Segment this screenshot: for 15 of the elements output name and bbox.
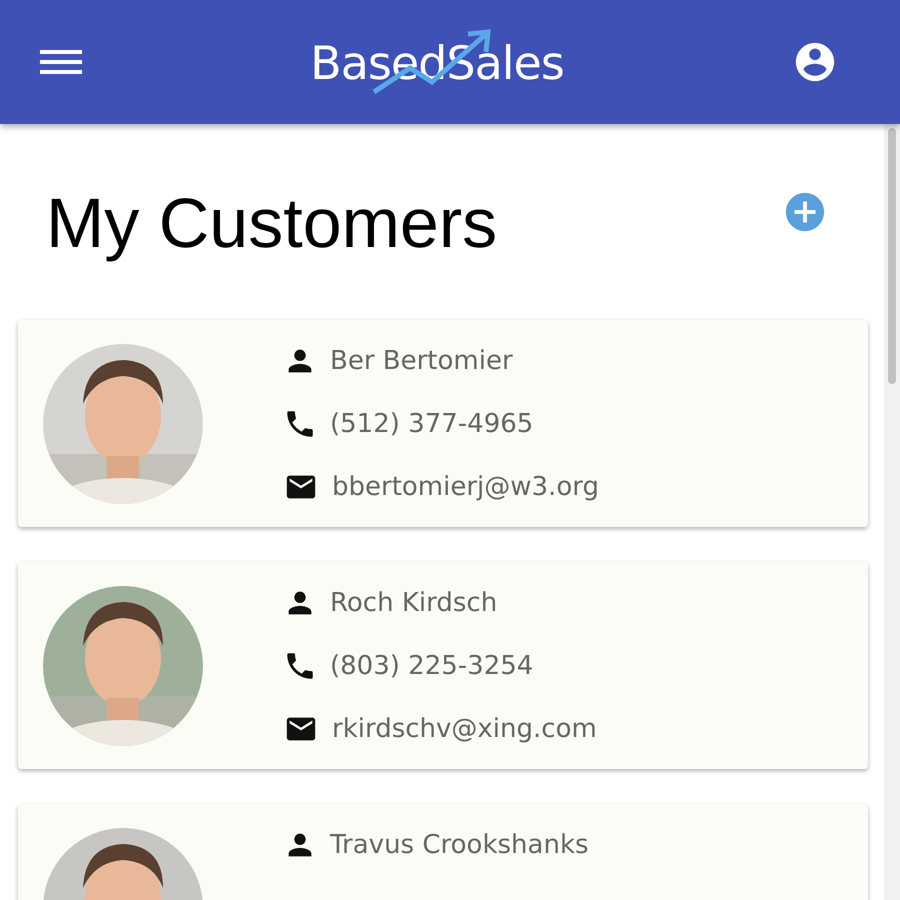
logo[interactable]: BasedSales: [310, 24, 564, 100]
phone-number[interactable]: (512) 377-4965: [330, 409, 534, 439]
customer-card[interactable]: Roch Kirdsch (803) 225-3254 rkirdschv@xing.com: [18, 562, 868, 769]
phone-number[interactable]: (803) 225-3254: [330, 651, 534, 681]
customer-name: Roch Kirdsch: [330, 588, 498, 618]
email-address[interactable]: bbertomierj@w3.org: [332, 472, 599, 502]
customer-name: Ber Bertomier: [330, 346, 513, 376]
menu-icon[interactable]: [40, 48, 82, 76]
page-title: My Customers: [46, 183, 498, 263]
customer-name: Travus Crookshanks: [330, 830, 589, 860]
customer-card[interactable]: Ber Bertomier (512) 377-4965 bbertomierj@w3.org: [18, 320, 868, 527]
scrollbar[interactable]: [884, 124, 900, 900]
scrollbar-thumb[interactable]: [888, 128, 896, 384]
email-address[interactable]: rkirdschv@xing.com: [332, 714, 597, 744]
customer-card[interactable]: Travus Crookshanks: [18, 804, 868, 900]
